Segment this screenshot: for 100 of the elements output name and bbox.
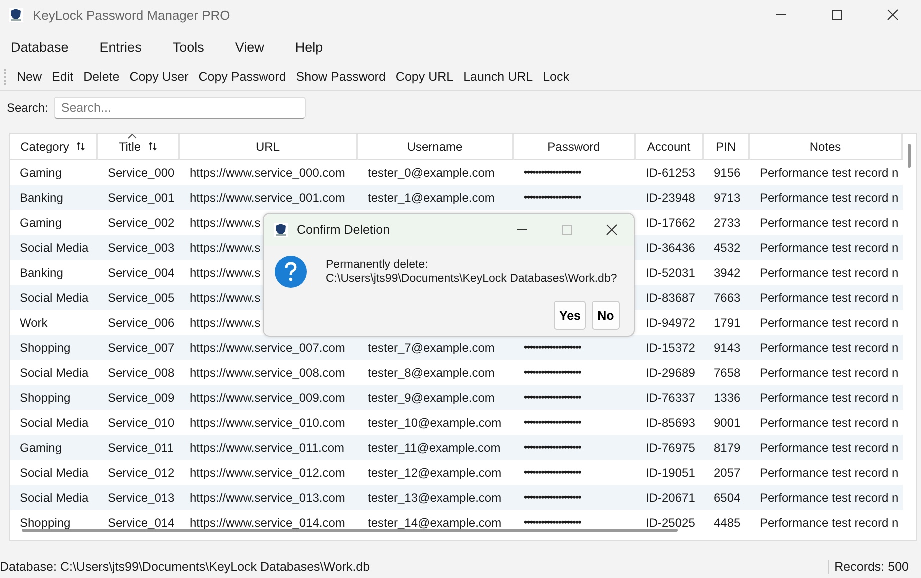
account-cell: ID-83687 (646, 290, 696, 304)
account-cell: ID-94972 (646, 316, 696, 330)
menu-item[interactable]: Help (295, 40, 324, 54)
toolbar-button[interactable]: Copy User (124, 67, 194, 87)
maximize-icon[interactable] (831, 9, 843, 21)
notes-cell: Performance test record n (760, 416, 899, 430)
username-cell: tester_8@example.com (368, 366, 495, 380)
url-cell: https://www.service_012.com (190, 466, 346, 480)
url-cell: https://www.service_010.com (190, 416, 346, 430)
column-header[interactable]: Username (358, 134, 514, 160)
menu-item[interactable]: Tools (172, 40, 204, 54)
category-cell: Gaming (20, 166, 62, 180)
url-cell: https://www.service_014.com (190, 516, 346, 530)
pin-cell: 4485 (714, 516, 741, 530)
username-cell: tester_12@example.com (368, 466, 502, 480)
notes-cell: Performance test record n (760, 190, 899, 204)
title-cell: Service_014 (108, 516, 175, 530)
username-cell: tester_14@example.com (368, 516, 502, 530)
url-cell: https://www.s (190, 240, 261, 254)
title-cell: Service_001 (108, 190, 175, 204)
username-cell: tester_13@example.com (368, 490, 502, 504)
menu-item[interactable]: Database (11, 40, 69, 54)
column-header[interactable]: Category (10, 134, 98, 160)
title-cell: Service_010 (108, 416, 175, 430)
notes-cell: Performance test record n (760, 216, 899, 230)
category-cell: Social Media (20, 366, 89, 380)
menu-item[interactable]: Entries (100, 40, 142, 54)
username-cell: tester_1@example.com (368, 190, 495, 204)
notes-cell: Performance test record n (760, 240, 899, 254)
pin-cell: 9713 (714, 190, 741, 204)
password-cell: •••••••••••••••••••• (524, 492, 582, 504)
toolbar-button[interactable]: Launch URL (458, 67, 538, 87)
column-header[interactable]: Account (636, 134, 704, 160)
title-cell: Service_013 (108, 490, 175, 504)
category-cell: Shopping (20, 340, 71, 354)
window-title: KeyLock Password Manager PRO (33, 8, 230, 22)
category-cell: Banking (20, 266, 64, 280)
close-icon[interactable] (606, 224, 618, 236)
dialog-button[interactable]: Yes (554, 301, 586, 330)
category-cell: Gaming (20, 216, 62, 230)
title-cell: Service_007 (108, 340, 175, 354)
scrollbar-thumb[interactable] (22, 529, 678, 532)
toolbar-button[interactable]: New (12, 67, 48, 87)
pin-cell: 1336 (714, 390, 741, 404)
scrollbar-thumb[interactable] (908, 144, 911, 168)
password-cell: •••••••••••••••••••• (524, 366, 582, 378)
toolbar-button[interactable]: Delete (78, 67, 125, 87)
title-cell: Service_009 (108, 390, 175, 404)
notes-cell: Performance test record n (760, 440, 899, 454)
database-path: Database: C:\Users\jts99\Documents\KeyLock Databases\Work.db (0, 560, 370, 574)
url-cell: https://www.service_013.com (190, 490, 346, 504)
password-cell: •••••••••••••••••••• (524, 192, 582, 204)
account-cell: ID-15372 (646, 340, 696, 354)
toolbar-button[interactable]: Edit (47, 67, 79, 87)
toolbar-button[interactable]: Show Password (291, 67, 391, 87)
toolbar-button[interactable]: Copy Password (194, 67, 292, 87)
notes-cell: Performance test record n (760, 340, 899, 354)
column-header[interactable]: URL (180, 134, 358, 160)
title-cell: Service_004 (108, 266, 175, 280)
notes-cell: Performance test record n (760, 290, 899, 304)
pin-cell: 9156 (714, 166, 741, 180)
dialog-title: Confirm Deletion (297, 223, 390, 237)
sort-icon[interactable] (77, 142, 86, 151)
pin-cell: 1791 (714, 316, 741, 330)
account-cell: ID-76975 (646, 440, 696, 454)
url-cell: https://www.s (190, 290, 261, 304)
account-cell: ID-85693 (646, 416, 696, 430)
username-cell: tester_0@example.com (368, 166, 495, 180)
column-header[interactable]: PIN (704, 134, 750, 160)
password-cell: •••••••••••••••••••• (524, 342, 582, 354)
column-header[interactable]: Notes (750, 134, 903, 160)
account-cell: ID-29689 (646, 366, 696, 380)
password-cell: •••••••••••••••••••• (524, 166, 582, 178)
pin-cell: 9001 (714, 416, 741, 430)
close-icon[interactable] (887, 9, 899, 21)
category-cell: Shopping (20, 516, 71, 530)
account-cell: ID-52031 (646, 266, 696, 280)
search-field[interactable]: Search... (54, 97, 306, 119)
notes-cell: Performance test record n (760, 366, 899, 380)
question-icon (275, 256, 307, 288)
notes-cell: Performance test record n (760, 490, 899, 504)
toolbar-button[interactable]: Copy URL (390, 67, 459, 87)
search-label: Search: (7, 101, 48, 115)
sort-icon[interactable] (149, 142, 158, 151)
title-cell: Service_003 (108, 240, 175, 254)
column-header[interactable]: Password (514, 134, 636, 160)
url-cell: https://www.service_000.com (190, 166, 346, 180)
column-header[interactable]: Title (98, 134, 180, 160)
username-cell: tester_11@example.com (368, 440, 501, 454)
category-cell: Social Media (20, 466, 89, 480)
toolbar-button[interactable]: Lock (538, 67, 574, 87)
username-cell: tester_10@example.com (368, 416, 502, 430)
menu-item[interactable]: View (235, 40, 264, 54)
dialog-button[interactable]: No (592, 301, 620, 330)
password-cell: •••••••••••••••••••• (524, 392, 582, 404)
account-cell: ID-76337 (646, 390, 696, 404)
notes-cell: Performance test record n (760, 316, 899, 330)
maximize-icon (561, 224, 573, 236)
account-cell: ID-25025 (646, 516, 696, 530)
pin-cell: 7658 (714, 366, 741, 380)
